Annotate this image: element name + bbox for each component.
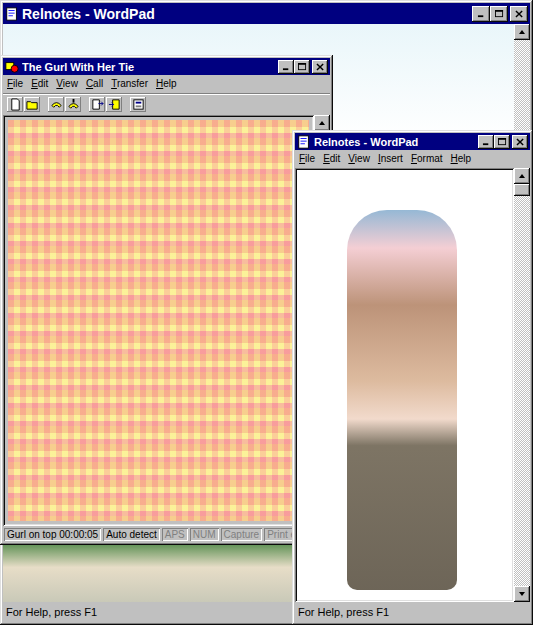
- scroll-down-button[interactable]: [514, 586, 530, 602]
- close-icon: [515, 10, 524, 18]
- terminal-screen: [3, 115, 314, 526]
- up-arrow-icon: [518, 172, 526, 180]
- window-controls: [478, 135, 528, 149]
- menu-item[interactable]: Insert: [378, 152, 403, 166]
- status-text: For Help, press F1: [6, 606, 97, 618]
- close-button[interactable]: [512, 135, 528, 149]
- minimize-icon: [282, 63, 291, 71]
- toolbar-button[interactable]: [7, 97, 23, 112]
- down-arrow-icon: [518, 590, 526, 598]
- menu-item[interactable]: Edit: [31, 77, 48, 91]
- model-figure: [347, 210, 457, 590]
- maximize-button[interactable]: [294, 60, 310, 74]
- menu-item[interactable]: Call: [86, 77, 103, 91]
- send-icon: [91, 98, 104, 111]
- close-button[interactable]: [312, 60, 328, 74]
- document-area: [295, 168, 530, 602]
- toolbar-group: [7, 97, 40, 112]
- title-bar[interactable]: Relnotes - WordPad: [3, 3, 530, 24]
- phone-icon: [50, 98, 63, 111]
- toolbar-button[interactable]: [130, 97, 146, 112]
- title-bar[interactable]: The Gurl With Her Tie: [3, 58, 330, 75]
- toolbar-group: [130, 97, 146, 112]
- window-controls: [278, 60, 328, 74]
- receive-icon: [108, 98, 121, 111]
- maximize-button[interactable]: [490, 6, 508, 22]
- toolbar-button[interactable]: [106, 97, 122, 112]
- minimize-icon: [482, 138, 491, 146]
- terminal-area: [3, 115, 330, 526]
- terminal-app-icon: [5, 60, 19, 74]
- status-panel: APS: [162, 528, 188, 541]
- menu-item[interactable]: View: [56, 77, 78, 91]
- scroll-up-button[interactable]: [514, 24, 530, 40]
- wordpad-app-icon: [297, 135, 311, 149]
- folder-icon: [26, 98, 39, 111]
- minimize-button[interactable]: [278, 60, 294, 74]
- close-button[interactable]: [510, 6, 528, 22]
- status-text: For Help, press F1: [298, 606, 389, 618]
- toolbar: [3, 93, 330, 115]
- page-icon: [9, 98, 22, 111]
- maximize-icon: [495, 10, 504, 18]
- window-title: The Gurl With Her Tie: [22, 61, 275, 73]
- up-arrow-icon: [518, 28, 526, 36]
- scroll-up-button[interactable]: [314, 115, 330, 131]
- menu-bar: File Edit View Call Transfer Help: [3, 75, 330, 93]
- title-bar[interactable]: Relnotes - WordPad: [295, 133, 530, 150]
- maximize-icon: [298, 63, 307, 71]
- menu-item[interactable]: File: [7, 77, 23, 91]
- menu-item[interactable]: Help: [156, 77, 177, 91]
- scrollbar[interactable]: [514, 168, 530, 602]
- menu-item[interactable]: Edit: [323, 152, 340, 166]
- scroll-up-button[interactable]: [514, 168, 530, 184]
- status-panel: Capture: [221, 528, 263, 541]
- toolbar-button[interactable]: [24, 97, 40, 112]
- status-panel: Gurl on top 00:00:05: [4, 528, 101, 541]
- props-icon: [132, 98, 145, 111]
- maximize-button[interactable]: [494, 135, 510, 149]
- document-frame: [295, 168, 514, 602]
- minimize-button[interactable]: [478, 135, 494, 149]
- toolbar-button[interactable]: [48, 97, 64, 112]
- minimize-icon: [477, 10, 486, 18]
- status-bar: For Help, press F1: [295, 602, 530, 622]
- toolbar-group: [89, 97, 122, 112]
- pattern-image: [8, 120, 309, 521]
- window-title: Relnotes - WordPad: [22, 6, 469, 22]
- menu-item[interactable]: File: [299, 152, 315, 166]
- menu-item[interactable]: Transfer: [111, 77, 148, 91]
- terminal-window: The Gurl With Her Tie File Edit View Call Tr…: [0, 55, 333, 545]
- scroll-track[interactable]: [514, 184, 530, 586]
- up-arrow-icon: [318, 119, 326, 127]
- status-bar: Gurl on top 00:00:05Auto detectAPSNUMCap…: [3, 526, 330, 542]
- toolbar-group: [48, 97, 81, 112]
- front-window: Relnotes - WordPad File Edit View Insert For…: [292, 130, 533, 625]
- status-panel: Auto detect: [103, 528, 160, 541]
- hangup-icon: [67, 98, 80, 111]
- window-controls: [472, 6, 528, 22]
- menu-item[interactable]: Help: [451, 152, 472, 166]
- close-icon: [516, 138, 525, 146]
- menu-item[interactable]: View: [348, 152, 370, 166]
- desktop: Relnotes - WordPad For Help, press F1 Th…: [0, 0, 533, 625]
- toolbar-button[interactable]: [65, 97, 81, 112]
- fashion-photo: [297, 170, 512, 600]
- wordpad-app-icon: [5, 7, 19, 21]
- status-panel: NUM: [190, 528, 219, 541]
- maximize-icon: [498, 138, 507, 146]
- menu-item[interactable]: Format: [411, 152, 443, 166]
- scroll-thumb[interactable]: [514, 184, 530, 196]
- close-icon: [316, 63, 325, 71]
- minimize-button[interactable]: [472, 6, 490, 22]
- window-title: Relnotes - WordPad: [314, 136, 475, 148]
- toolbar-button[interactable]: [89, 97, 105, 112]
- menu-bar: File Edit View Insert Format Help: [295, 150, 530, 168]
